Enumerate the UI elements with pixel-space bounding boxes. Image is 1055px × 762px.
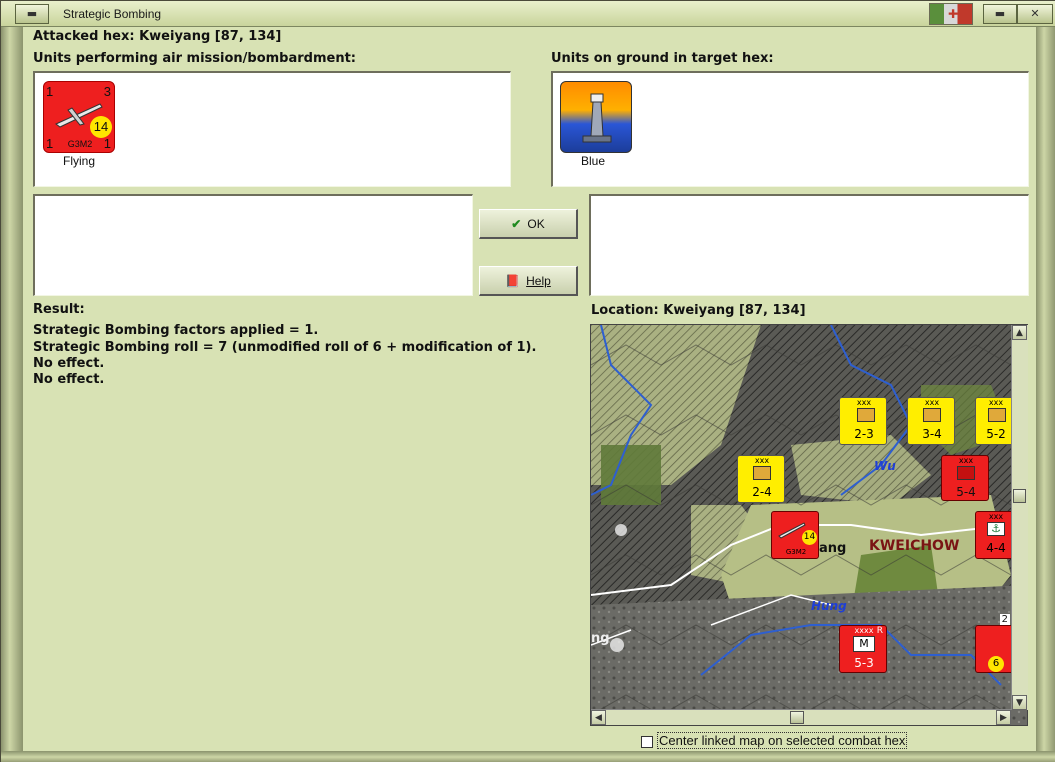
ground-unit-caption: Blue <box>580 154 606 168</box>
map-city-label: ang <box>819 541 847 556</box>
help-button[interactable]: 📕 Help <box>479 266 578 296</box>
map-unit-red-3[interactable]: xxxx R M 5-3 <box>839 625 887 673</box>
air-unit-defense: 3 <box>103 84 111 99</box>
map-edge-label: ng <box>591 631 610 646</box>
map-unit-red-1[interactable]: xxx 5-4 <box>941 455 989 501</box>
unit-strength: 3-4 <box>922 427 942 441</box>
unit-symbol-icon <box>753 466 771 480</box>
attacked-hex-label: Attacked hex: Kweiyang [87, 134] <box>33 29 282 44</box>
strategic-bombing-window: ▬ Strategic Bombing ✚ ▬ ✕ Attacked hex: … <box>0 0 1055 762</box>
help-button-label: Help <box>526 274 551 288</box>
air-units-heading: Units performing air mission/bombardment… <box>33 51 357 66</box>
help-book-icon: 📕 <box>505 274 521 288</box>
unit-size: xxx <box>856 398 872 407</box>
close-button[interactable]: ✕ <box>1017 4 1053 24</box>
center-map-checkbox[interactable] <box>641 736 653 748</box>
scroll-right-icon[interactable]: ▶ <box>996 710 1011 725</box>
ok-button-label: OK <box>527 217 545 231</box>
map-unit-red-2[interactable]: xxx ⚓ 4-4 <box>975 511 1015 559</box>
unit-symbol-icon <box>857 408 875 422</box>
ground-units-heading: Units on ground in target hex: <box>551 51 774 66</box>
unit-strength: 5-4 <box>956 485 976 499</box>
scroll-up-icon[interactable]: ▲ <box>1012 325 1027 340</box>
result-heading: Result: <box>33 302 85 317</box>
air-units-panel: 1 3 14 1 G3M2 1 Flying <box>33 71 511 187</box>
unit-size: xxx <box>958 456 974 465</box>
unit-strength: 2-4 <box>752 485 772 499</box>
unit-symbol-icon <box>957 466 975 480</box>
ground-units-panel: Blue <box>551 71 1029 187</box>
scroll-left-icon[interactable]: ◀ <box>591 710 606 725</box>
air-unit-attack: 1 <box>46 84 54 99</box>
unit-range: 14 <box>802 530 817 545</box>
nation-flag-icon: ✚ <box>929 3 973 25</box>
map-unit-yellow-4[interactable]: xxx 2-4 <box>737 455 785 503</box>
unit-symbol-icon <box>988 408 1006 422</box>
window-menu-button[interactable]: ▬ <box>15 4 49 24</box>
unit-stack-count: 2 <box>999 614 1010 625</box>
factory-tower-icon <box>582 93 612 143</box>
title-bar: ▬ Strategic Bombing ✚ ▬ ✕ <box>1 1 1055 27</box>
unit-size: xxx <box>924 398 940 407</box>
result-line: Strategic Bombing roll = 7 (unmodified r… <box>33 340 537 355</box>
unit-symbol-icon: M <box>853 636 875 652</box>
location-label: Location: Kweiyang [87, 134] <box>591 303 806 318</box>
unit-strength: 2-3 <box>854 427 874 441</box>
air-details-panel <box>33 194 473 296</box>
map-unit-yellow-3[interactable]: xxx 5-2 <box>975 397 1015 445</box>
result-line: No effect. <box>33 372 105 387</box>
map-river-wu-label: Wu <box>874 459 896 473</box>
left-frame <box>1 27 23 762</box>
result-line: Strategic Bombing factors applied = 1. <box>33 323 319 338</box>
unit-size: xxx <box>754 456 770 465</box>
map-vertical-scrollbar[interactable]: ▲ ▼ <box>1011 325 1028 710</box>
ground-details-panel <box>589 194 1029 296</box>
scroll-thumb-horizontal[interactable] <box>790 711 804 724</box>
unit-strength: 4-4 <box>986 541 1006 555</box>
scroll-down-icon[interactable]: ▼ <box>1012 695 1027 710</box>
unit-model: G3M2 <box>785 548 807 556</box>
bottom-frame <box>1 751 1055 762</box>
map-horizontal-scrollbar[interactable]: ◀ ▶ <box>591 709 1011 725</box>
right-frame <box>1036 27 1055 762</box>
map-river-hung-label: Hung <box>811 599 847 613</box>
map-province-label: KWEICHOW <box>869 538 960 554</box>
ground-unit-counter[interactable] <box>560 81 632 153</box>
center-map-checkbox-label[interactable]: Center linked map on selected combat hex <box>657 732 908 749</box>
hex-map[interactable]: KWEICHOW ang Wu Hung ng xxx 2-3 xxx 3-4 … <box>590 324 1028 726</box>
window-title: Strategic Bombing <box>63 7 162 21</box>
ok-button[interactable]: ✔ OK <box>479 209 578 239</box>
unit-symbol-icon <box>923 408 941 422</box>
scroll-thumb-vertical[interactable] <box>1013 489 1026 503</box>
result-line: No effect. <box>33 356 105 371</box>
unit-size: xxx <box>988 512 1004 521</box>
anchor-icon: ⚓ <box>987 522 1005 536</box>
unit-strength: 5-2 <box>986 427 1006 441</box>
checkmark-icon: ✔ <box>511 217 522 231</box>
air-unit-range: 14 <box>90 116 112 138</box>
unit-corner: R <box>876 626 883 636</box>
map-unit-air-2[interactable]: 2 6 <box>975 614 1015 673</box>
map-unit-yellow-1[interactable]: xxx 2-3 <box>839 397 887 445</box>
air-unit-bottom-right: 1 <box>103 136 111 151</box>
map-unit-yellow-2[interactable]: xxx 3-4 <box>907 397 955 445</box>
air-unit-counter[interactable]: 1 3 14 1 G3M2 1 <box>43 81 115 153</box>
unit-size: xxx <box>988 398 1004 407</box>
minimize-button[interactable]: ▬ <box>983 4 1017 24</box>
air-unit-caption: Flying <box>62 154 95 168</box>
unit-strength: 5-3 <box>854 656 874 670</box>
unit-range: 6 <box>988 656 1004 672</box>
map-unit-air[interactable]: 14 G3M2 <box>771 511 819 559</box>
